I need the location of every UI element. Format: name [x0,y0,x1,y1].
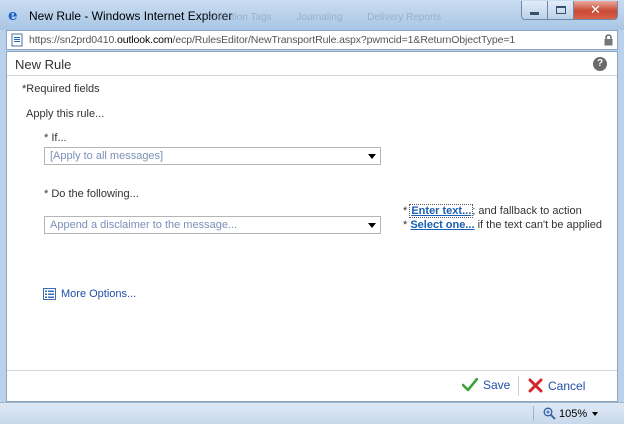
select-one-link[interactable]: Select one... [410,219,474,231]
internet-explorer-icon: e [8,6,18,24]
zoom-icon [543,407,556,420]
dropdown-arrow-icon [368,223,376,228]
background-tab: Delivery Reports [367,12,442,23]
url-text[interactable]: https://sn2prd0410.outlook.com/ecp/Rules… [29,34,515,46]
do-following-label: * Do the following... [44,188,139,200]
url-suffix: /ecp/RulesEditor/NewTransportRule.aspx?p… [172,34,516,46]
red-x-icon [528,378,543,393]
dropdown-arrow-icon [368,154,376,159]
status-bar: 105% [0,402,624,424]
save-button[interactable]: Save [462,378,510,392]
background-tab: Journaling [296,12,343,23]
dialog-footer: Save Cancel [7,370,617,402]
action-dropdown[interactable]: Append a disclaimer to the message... [44,216,381,234]
dialog-header: New Rule ? [7,52,617,76]
page-title: New Rule [15,57,72,72]
status-separator [533,406,534,421]
minimize-button[interactable] [521,1,548,20]
background-tabs: Retention Tags Journaling Delivery Repor… [205,12,463,23]
footer-divider [518,376,519,396]
cant-apply-text: if the text can't be applied [474,219,603,231]
disclaimer-parameters: * Enter text...; and fallback to action … [403,204,603,232]
zoom-dropdown-arrow-icon[interactable] [592,412,598,416]
maximize-button[interactable] [548,1,574,20]
background-tab: Retention Tags [205,12,272,23]
if-condition-value: [Apply to all messages] [50,150,164,162]
if-condition-dropdown[interactable]: [Apply to all messages] [44,147,381,165]
more-options-link[interactable]: More Options... [43,288,136,300]
list-icon [43,288,56,300]
zoom-level: 105% [559,407,588,420]
dialog-content: New Rule ? *Required fields Apply this r… [6,51,618,402]
cancel-button[interactable]: Cancel [528,378,585,393]
window-title: New Rule - Windows Internet Explorer [29,9,233,23]
more-options-label: More Options... [61,288,137,300]
maximize-icon [555,6,566,14]
cancel-label: Cancel [548,378,586,393]
required-fields-note: *Required fields [22,83,100,95]
url-domain: outlook.com [117,34,173,46]
save-label: Save [483,378,511,392]
page-icon [11,33,23,47]
action-value: Append a disclaimer to the message... [50,219,238,231]
window-controls: ✕ [521,1,618,20]
close-button[interactable]: ✕ [574,1,618,20]
zoom-control[interactable]: 105% [543,407,587,420]
apply-rule-label: Apply this rule... [26,108,105,120]
enter-text-link[interactable]: Enter text... [409,204,474,218]
padlock-icon[interactable] [604,34,613,46]
help-icon[interactable]: ? [593,57,607,71]
fallback-text: ; and fallback to action [472,205,582,217]
title-bar: e New Rule - Windows Internet Explorer R… [0,0,624,30]
url-prefix: https://sn2prd0410. [29,34,117,46]
if-label: * If... [44,132,67,144]
address-bar[interactable]: https://sn2prd0410.outlook.com/ecp/Rules… [6,30,618,50]
minimize-icon [530,11,539,15]
close-icon: ✕ [590,2,601,17]
checkmark-icon [462,378,478,392]
